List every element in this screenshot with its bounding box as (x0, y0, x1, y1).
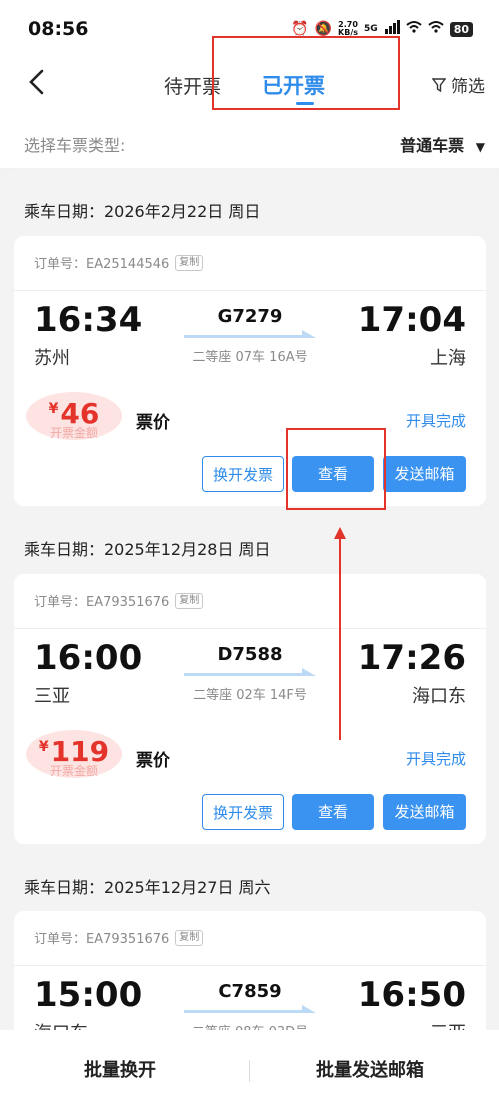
net-speed: 2.70 KB/s (338, 21, 358, 37)
active-tab-indicator (296, 102, 314, 105)
annotation-arrow-icon (334, 527, 346, 740)
group-date: 乘车日期：2026年2月22日 周日 (24, 202, 261, 221)
view-button[interactable]: 查看 (292, 456, 374, 492)
status-text: 开具完成 (405, 412, 466, 430)
departure-time: 15:00 (34, 975, 143, 1015)
arrival-station: 三亚 (430, 1019, 466, 1030)
stamp-text: 开票金额 (49, 426, 98, 440)
wifi-icon-2 (428, 20, 444, 38)
ticket-type-selector[interactable]: 选择车票类型: 普通车票 ▼ (0, 122, 499, 168)
view-button[interactable]: 查看 (292, 794, 374, 830)
price-label: 票价 (136, 751, 170, 771)
reissue-invoice-button[interactable]: 换开发票 (202, 456, 284, 492)
copy-button[interactable]: 复制 (175, 592, 204, 609)
status-time: 08:56 (28, 18, 89, 40)
arrival-time: 17:04 (357, 300, 466, 340)
network-label: 5G (364, 24, 378, 34)
ticket-card: 订单号：EA25144546 复制 16:34 苏州 G7279 二等座 07车… (14, 236, 486, 506)
net-speed-unit: KB/s (338, 28, 359, 37)
mute-icon: 🔕 (314, 21, 333, 37)
copy-button[interactable]: 复制 (175, 254, 204, 271)
tab-issued[interactable]: 已开票 (262, 70, 325, 100)
arrival-station: 海口东 (412, 686, 466, 707)
invoice-amount-stamp: ¥119 开票金额 (26, 730, 122, 778)
seat-info: 二等座 08车 03D号 (174, 1021, 326, 1030)
ticket-type-label: 选择车票类型: (24, 136, 126, 155)
divider (14, 290, 486, 291)
status-text: 开具完成 (405, 750, 466, 768)
train-number: G7279 (217, 306, 283, 327)
arrival-station: 上海 (430, 348, 466, 369)
departure-station: 苏州 (34, 348, 70, 369)
ticket-card: 订单号：EA79351676 复制 15:00 海口东 C7859 二等座 08… (14, 911, 486, 1030)
invoice-amount-stamp: ¥46 开票金额 (26, 392, 122, 440)
send-email-button[interactable]: 发送邮箱 (383, 794, 466, 830)
train-number: D7588 (217, 644, 283, 665)
order-number: 订单号：EA25144546 复制 (34, 253, 204, 272)
group-date: 乘车日期：2025年12月28日 周日 (24, 540, 271, 559)
caret-down-icon: ▼ (475, 140, 485, 154)
train-number: C7859 (218, 981, 282, 1002)
order-number-text: 订单号：EA79351676 (34, 595, 170, 610)
ticket-type-value[interactable]: 普通车票 ▼ (400, 132, 485, 156)
departure-time: 16:00 (34, 638, 143, 678)
order-number-text: 订单号：EA25144546 (34, 257, 170, 272)
ticket-type-text: 普通车票 (400, 136, 465, 155)
batch-send-email-button[interactable]: 批量发送邮箱 (316, 1056, 424, 1082)
bottom-action-bar: 批量换开 批量发送邮箱 (0, 1030, 499, 1111)
ticket-card: 订单号：EA79351676 复制 16:00 三亚 D7588 二等座 02车… (14, 574, 486, 844)
seat-info: 二等座 07车 16A号 (192, 350, 308, 365)
departure-station: 海口东 (34, 1019, 88, 1030)
signal-icon (384, 20, 400, 38)
invoice-list: 乘车日期：2026年2月22日 周日 订单号：EA25144546 复制 16:… (0, 170, 499, 1030)
battery-indicator: 80 (449, 21, 473, 37)
status-icons: ⏰ 🔕 2.70 KB/s 5G 80 (291, 20, 473, 38)
reissue-invoice-button[interactable]: 换开发票 (202, 794, 284, 830)
status-bar: 08:56 ⏰ 🔕 2.70 KB/s 5G 80 (0, 0, 499, 60)
order-number: 订单号：EA79351676 复制 (34, 928, 204, 947)
divider (14, 965, 486, 966)
divider (14, 628, 486, 629)
batch-reissue-button[interactable]: 批量换开 (84, 1056, 156, 1082)
filter-label: 筛选 (451, 77, 485, 97)
order-number: 订单号：EA79351676 复制 (34, 591, 204, 610)
arrival-time: 16:50 (357, 975, 466, 1015)
arrival-time: 17:26 (357, 638, 466, 678)
filter-icon (431, 77, 451, 97)
send-email-button[interactable]: 发送邮箱 (383, 456, 466, 492)
departure-station: 三亚 (34, 686, 70, 707)
back-icon[interactable] (26, 68, 46, 104)
route-arrow-icon (184, 1005, 316, 1013)
order-number-text: 订单号：EA79351676 (34, 932, 170, 947)
stamp-text: 开票金额 (49, 764, 98, 778)
alarm-icon: ⏰ (291, 21, 309, 37)
wifi-icon (406, 20, 422, 38)
group-date: 乘车日期：2025年12月27日 周六 (24, 878, 271, 897)
route-arrow-icon (184, 330, 316, 338)
price-label: 票价 (136, 413, 170, 433)
nav-bar: 待开票 已开票 筛选 (0, 60, 499, 122)
copy-button[interactable]: 复制 (175, 929, 204, 946)
filter-button[interactable]: 筛选 (431, 72, 485, 97)
seat-info: 二等座 02车 14F号 (193, 688, 307, 703)
tab-pending[interactable]: 待开票 (164, 72, 221, 99)
departure-time: 16:34 (34, 300, 143, 340)
bottom-divider (249, 1060, 250, 1082)
route-arrow-icon (184, 668, 316, 676)
